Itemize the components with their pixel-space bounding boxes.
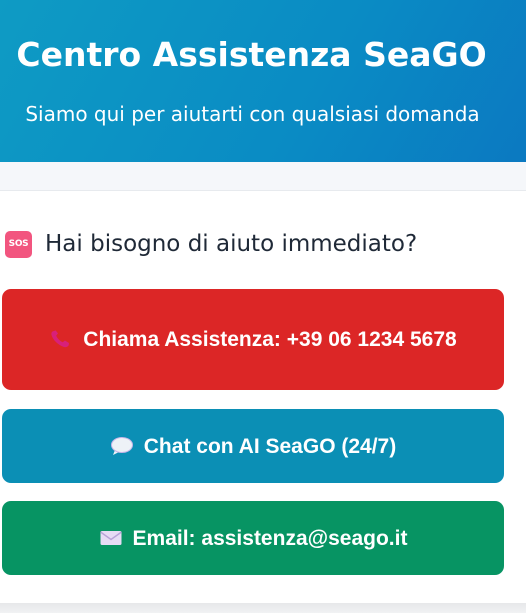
call-support-label: Chiama Assistenza: +39 06 1234 5678 bbox=[83, 328, 457, 351]
chat-bubble-icon bbox=[110, 436, 133, 455]
page-header: Centro Assistenza SeaGO Siamo qui per ai… bbox=[0, 0, 526, 162]
chat-ai-label: Chat con AI SeaGO (24/7) bbox=[143, 434, 397, 458]
page-title: Centro Assistenza SeaGO bbox=[16, 35, 487, 74]
bottom-divider bbox=[0, 603, 526, 613]
help-title: Hai bisogno di aiuto immediato? bbox=[45, 231, 418, 257]
help-heading: SOS Hai bisogno di aiuto immediato? bbox=[5, 226, 417, 262]
envelope-icon bbox=[99, 530, 122, 545]
call-support-button[interactable]: Chiama Assistenza: +39 06 1234 5678 bbox=[2, 289, 504, 390]
email-support-button[interactable]: Email: assistenza@seago.it bbox=[2, 501, 504, 575]
chat-ai-button[interactable]: Chat con AI SeaGO (24/7) bbox=[2, 409, 504, 483]
sos-icon: SOS bbox=[5, 230, 32, 258]
phone-icon bbox=[51, 330, 70, 348]
email-support-label: Email: assistenza@seago.it bbox=[132, 526, 408, 550]
section-divider bbox=[0, 162, 526, 192]
page-subtitle: Siamo qui per aiutarti con qualsiasi dom… bbox=[25, 102, 480, 126]
